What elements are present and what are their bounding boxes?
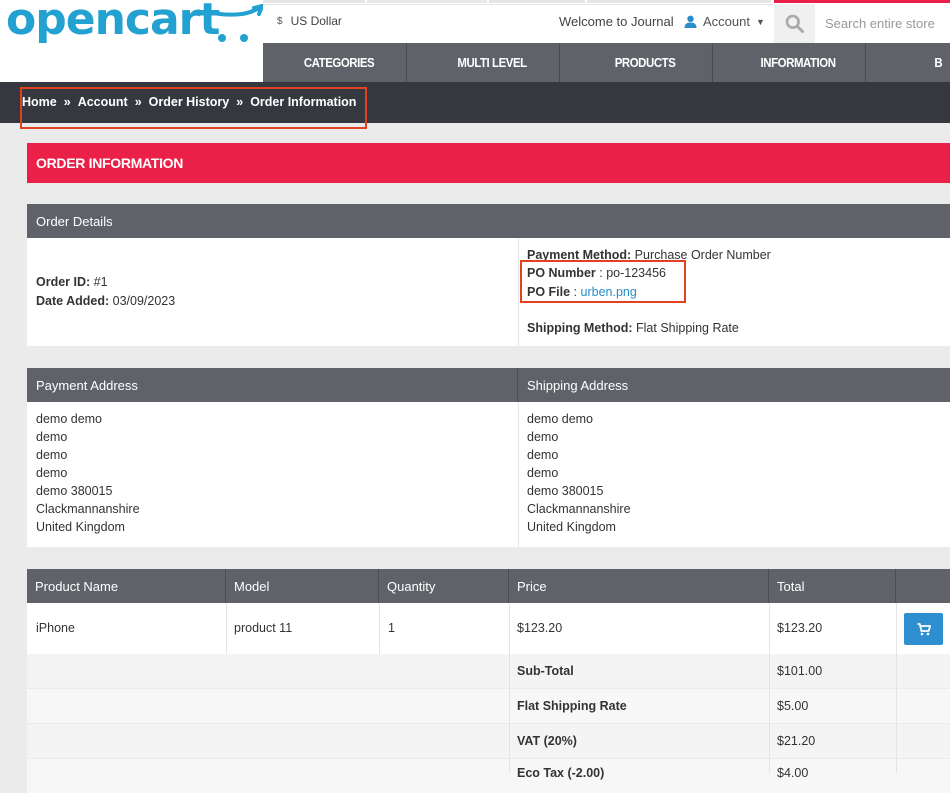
cell-divider [896, 654, 897, 773]
menu-item-categories[interactable]: CATEGORIES [272, 43, 407, 82]
column-total: Total [769, 569, 896, 603]
shipping-address-line: demo [527, 430, 559, 444]
column-product-name: Product Name [27, 569, 226, 603]
eco-tax-row [27, 759, 950, 793]
payment-address: demo demo demo demo demo demo 380015 Cla… [36, 410, 140, 536]
column-price: Price [509, 569, 769, 603]
logo-cart-icon [206, 4, 264, 42]
shipping-method-label: Shipping Method: [527, 321, 633, 335]
account-label: Account [703, 14, 750, 29]
welcome-text: Welcome to Journal [559, 14, 674, 29]
payment-address-line: demo [36, 430, 68, 444]
column-quantity: Quantity [379, 569, 509, 603]
page-title-bar: ORDER INFORMATION [27, 143, 950, 183]
product-price-cell: $123.20 [517, 621, 563, 635]
po-highlight [520, 260, 686, 303]
order-id-label: Order ID: [36, 275, 91, 289]
account-dropdown[interactable]: Account ▼ [684, 14, 765, 29]
payment-address-line: demo [36, 448, 68, 462]
search-input[interactable] [815, 4, 950, 43]
date-added-label: Date Added: [36, 294, 110, 308]
reorder-button[interactable] [904, 613, 943, 645]
payment-address-line: Clackmannanshire [36, 502, 140, 516]
payment-address-line: United Kingdom [36, 520, 125, 534]
column-model: Model [226, 569, 379, 603]
currency-symbol: $ [277, 15, 283, 27]
shipping-address-line: demo demo [527, 412, 594, 426]
search-icon [785, 14, 804, 33]
cart-icon [917, 622, 931, 635]
product-model-cell: product 11 [234, 621, 293, 635]
order-details-header: Order Details [27, 204, 950, 238]
shipping-address-line: United Kingdom [527, 520, 616, 534]
menu-item-products[interactable]: PRODUCTS [578, 43, 713, 82]
caret-down-icon: ▼ [755, 16, 765, 27]
date-added-value: 03/09/2023 [112, 294, 176, 308]
payment-address-heading: Payment Address [36, 377, 138, 393]
eco-tax-value: $4.00 [777, 766, 809, 780]
shipping-address-line: Clackmannanshire [527, 502, 631, 516]
shipping-address-heading: Shipping Address [527, 377, 629, 393]
cell-divider [379, 603, 380, 654]
product-name-cell[interactable]: iPhone [36, 621, 75, 635]
menu-item-truncated[interactable]: B [880, 43, 950, 82]
main-menu: CATEGORIES MULTI LEVEL PRODUCTS INFORMAT… [263, 43, 950, 82]
shipping-address: demo demo demo demo demo demo 380015 Cla… [527, 410, 631, 536]
shipping-method-value: Flat Shipping Rate [636, 321, 739, 335]
payment-address-header: Payment Address [27, 368, 518, 402]
shipping-address-line: demo 380015 [527, 484, 604, 498]
logo-text: opencart [6, 0, 220, 45]
shipping-total-row [27, 689, 950, 723]
vat-label: VAT (20%) [517, 734, 577, 748]
currency-selector[interactable]: $ US Dollar [277, 14, 342, 28]
order-details-divider [518, 238, 519, 346]
addresses-body [27, 402, 950, 547]
user-icon [684, 15, 697, 28]
payment-address-line: demo demo [36, 412, 103, 426]
column-actions [896, 569, 950, 603]
menu-item-multi-level[interactable]: MULTI LEVEL [425, 43, 560, 82]
subtotal-label: Sub-Total [517, 664, 574, 678]
shipping-total-value: $5.00 [777, 699, 809, 713]
shipping-address-header: Shipping Address [518, 368, 950, 402]
order-id-value: #1 [93, 275, 108, 289]
subtotal-value: $101.00 [777, 664, 823, 678]
cell-divider [509, 654, 510, 773]
date-added-line: Date Added: 03/09/2023 [36, 292, 175, 310]
eco-tax-label: Eco Tax (-2.00) [517, 766, 605, 780]
addresses-divider [518, 402, 519, 547]
shipping-total-label: Flat Shipping Rate [517, 699, 627, 713]
shipping-address-line: demo [527, 466, 559, 480]
product-quantity-cell: 1 [388, 621, 395, 635]
menu-item-information[interactable]: INFORMATION [731, 43, 866, 82]
payment-address-line: demo [36, 466, 68, 480]
payment-address-line: demo 380015 [36, 484, 113, 498]
order-id-line: Order ID: #1 [36, 273, 108, 291]
product-total-cell: $123.20 [777, 621, 823, 635]
cell-divider [769, 654, 770, 773]
breadcrumb-highlight [20, 87, 367, 129]
shipping-address-line: demo [527, 448, 559, 462]
order-details-heading: Order Details [36, 213, 113, 229]
search-button[interactable] [774, 4, 815, 43]
cell-divider [226, 603, 227, 654]
vat-value: $21.20 [777, 734, 816, 748]
logo-area[interactable]: opencart [0, 0, 264, 82]
shipping-method-line: Shipping Method: Flat Shipping Rate [527, 319, 739, 337]
page-title: ORDER INFORMATION [36, 155, 184, 171]
currency-label: US Dollar [290, 14, 342, 28]
